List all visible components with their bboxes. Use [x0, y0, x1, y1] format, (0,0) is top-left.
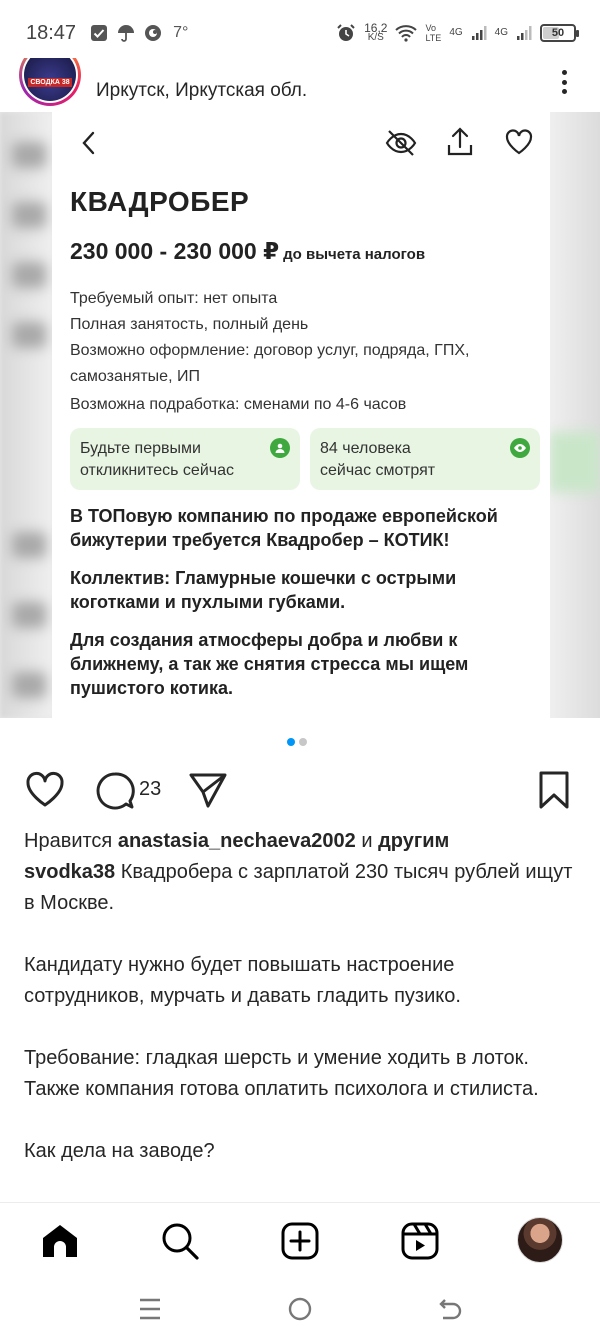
caption-paragraph: Кандидату нужно будет повышать настроени… — [24, 954, 461, 1007]
signal-label-2: 4G — [494, 27, 508, 38]
status-notification-icons: 7° — [90, 24, 188, 42]
likes-line: Нравится anastasia_nechaeva2002 и другим — [24, 830, 450, 852]
bottom-navigation — [0, 1202, 600, 1278]
post-actions: 23 — [0, 766, 600, 812]
signal-icon — [471, 26, 487, 40]
home-circle-icon[interactable] — [287, 1296, 313, 1322]
blurred-background-left — [0, 112, 52, 718]
story-ring: СВОДКА 38 — [19, 58, 81, 106]
caption-author[interactable]: svodka38 — [24, 861, 115, 883]
detail-contract: Возможно оформление: договор услуг, подр… — [70, 342, 470, 385]
signal-icon — [517, 26, 532, 40]
avatar-image: СВОДКА 38 — [24, 58, 76, 101]
description-paragraph: Для создания атмосферы добра и любви к б… — [70, 630, 469, 698]
detail-employment: Полная занятость, полный день — [70, 316, 309, 333]
create-post-icon[interactable] — [280, 1221, 320, 1261]
network-speed: 16,2 K/S — [364, 21, 388, 43]
detail-experience: Требуемый опыт: нет опыта — [70, 290, 278, 307]
eye-icon — [510, 438, 530, 458]
chevron-left-icon — [82, 131, 95, 155]
bookmark-icon[interactable] — [537, 770, 571, 810]
status-system-icons: 16,2 K/S Vo LTE 4G 4G 50 — [336, 21, 579, 43]
battery-icon: 50 — [540, 24, 579, 42]
respond-first-chip: Будьте первыми откликнитесь сейчас — [70, 428, 300, 490]
caption-paragraph: Требование: гладкая шерсть и умение ходи… — [24, 1047, 539, 1100]
comment-icon[interactable] — [94, 770, 136, 812]
alarm-icon — [337, 24, 355, 41]
vacancy-description: В ТОПовую компанию по продаже европейско… — [70, 504, 542, 714]
status-bar: 18:47 7° 16,2 K/S Vo LTE 4G 4G 50 — [0, 0, 600, 66]
vacancy-title: КВАДРОБЕР — [70, 186, 250, 217]
carousel-dot — [299, 738, 307, 746]
search-icon[interactable] — [160, 1221, 200, 1261]
umbrella-icon — [118, 25, 135, 42]
post-header: СВОДКА 38 Иркутск, Иркутская обл. — [0, 58, 600, 112]
comment-count: 23 — [139, 778, 162, 800]
post-media[interactable]: КВАДРОБЕР 230 000 - 230 000 ₽ до вычета н… — [0, 112, 600, 718]
wifi-icon — [395, 25, 418, 42]
menu-icon[interactable] — [138, 1296, 162, 1322]
description-paragraph: Коллектив: Гламурные кошечки с острыми к… — [70, 568, 457, 612]
profile-avatar[interactable] — [517, 1217, 563, 1263]
caption-paragraph: Как дела на заводе? — [24, 1140, 215, 1162]
caption-text: svodka38 Квадробера с зарплатой 230 тыся… — [24, 861, 573, 914]
signal-label-1: 4G — [449, 27, 463, 38]
status-time: 18:47 — [26, 21, 77, 44]
detail-part-time: Возможна подработка: сменами по 4-6 часо… — [70, 396, 407, 413]
check-box-icon — [91, 25, 108, 41]
back-icon[interactable] — [437, 1296, 463, 1322]
status-temperature: 7° — [173, 24, 189, 41]
heart-icon[interactable] — [24, 770, 66, 810]
more-options-icon[interactable] — [556, 70, 572, 94]
salary-note: до вычета налогов — [283, 246, 426, 263]
post-caption: Нравится anastasia_nechaeva2002 и другим… — [24, 826, 576, 1167]
heart-outline-icon — [505, 129, 533, 155]
home-icon[interactable] — [40, 1221, 80, 1261]
carousel-dot-active — [287, 738, 295, 746]
post-location[interactable]: Иркутск, Иркутская обл. — [96, 80, 307, 102]
salary-range: 230 000 - 230 000 ₽ — [70, 238, 280, 264]
vacancy-card: КВАДРОБЕР 230 000 - 230 000 ₽ до вычета н… — [52, 112, 550, 718]
eye-off-icon — [385, 130, 417, 156]
vacancy-salary: 230 000 - 230 000 ₽ до вычета налогов — [70, 238, 425, 265]
viewers-chip: 84 человека сейчас смотрят — [310, 428, 540, 490]
carousel-indicator — [287, 738, 307, 746]
volte-indicator: Vo LTE — [425, 23, 442, 43]
reels-icon[interactable] — [400, 1221, 440, 1261]
send-icon[interactable] — [188, 770, 228, 810]
avatar-logo-text: СВОДКА 38 — [28, 77, 72, 87]
liked-by-others[interactable]: другим — [378, 830, 449, 852]
system-navigation — [0, 1278, 600, 1342]
liked-by-user[interactable]: anastasia_nechaeva2002 — [118, 830, 356, 852]
blurred-background-right — [550, 112, 600, 718]
description-paragraph: В ТОПовую компанию по продаже европейско… — [70, 506, 498, 550]
app-badge-icon — [145, 25, 162, 41]
card-toolbar — [52, 126, 550, 162]
author-avatar[interactable]: СВОДКА 38 — [19, 58, 81, 108]
share-icon — [447, 127, 473, 156]
person-icon — [270, 438, 290, 458]
vacancy-details: Требуемый опыт: нет опыта Полная занятос… — [70, 286, 540, 418]
